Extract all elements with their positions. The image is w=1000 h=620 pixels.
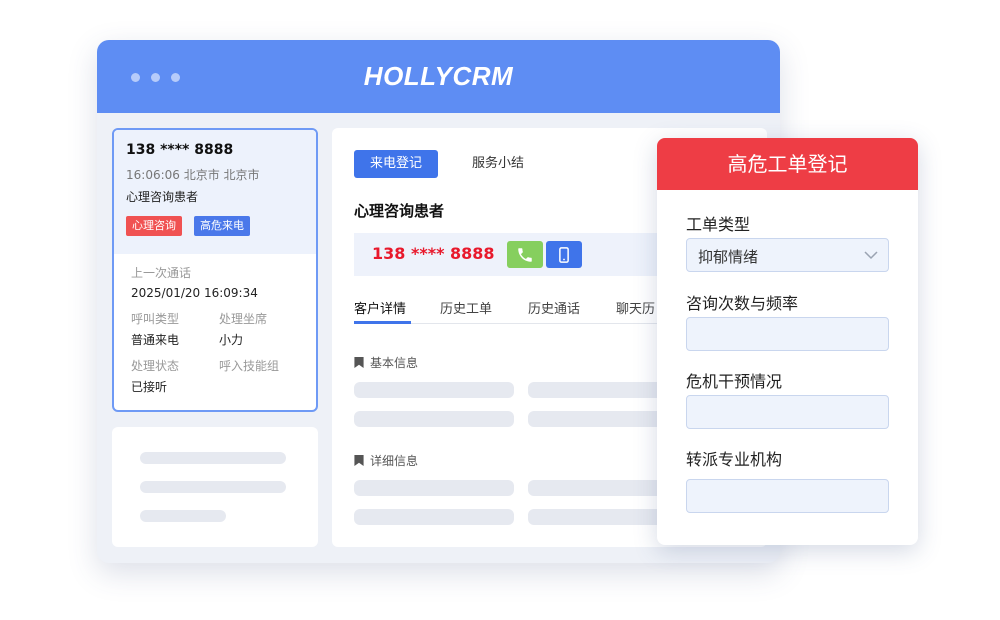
section-detail-info: 详细信息: [354, 452, 418, 469]
skeleton-bar: [354, 509, 514, 525]
tab-chat-history[interactable]: 聊天历: [616, 298, 655, 317]
agent-value: 小力: [219, 333, 244, 347]
bookmark-icon: [354, 357, 364, 368]
tab-ticket-history[interactable]: 历史工单: [440, 298, 492, 317]
skeleton-bar: [354, 411, 514, 427]
skill-group-label: 呼入技能组: [219, 359, 280, 373]
skeleton-bar: [354, 480, 514, 496]
bookmark-icon: [354, 455, 364, 466]
referral-institution-input[interactable]: [686, 479, 889, 513]
service-summary-button[interactable]: 服务小结: [472, 150, 524, 178]
skeleton-bar: [528, 411, 668, 427]
referral-institution-label: 转派专业机构: [686, 450, 783, 469]
contact-card[interactable]: 138 **** 8888 16:06:06 北京市 北京市 心理咨询患者 心理…: [112, 128, 318, 412]
phone-call-icon: [518, 248, 532, 262]
skeleton-bar: [528, 509, 668, 525]
placeholder-card: [112, 427, 318, 547]
customer-phone: 138 **** 8888: [372, 244, 495, 263]
consult-frequency-input[interactable]: [686, 317, 889, 351]
skeleton-bar: [140, 452, 286, 464]
section-basic-label: 基本信息: [370, 356, 419, 370]
call-type-value: 普通来电: [131, 333, 180, 347]
contact-phone: 138 **** 8888: [126, 142, 234, 158]
chevron-down-icon: [864, 251, 878, 260]
tab-customer-details[interactable]: 客户详情: [354, 298, 406, 317]
skeleton-bar: [140, 510, 226, 522]
title-bar: HOLLYCRM: [97, 40, 780, 113]
customer-title: 心理咨询患者: [354, 202, 445, 220]
ticket-type-value: 抑郁情绪: [698, 248, 759, 266]
crisis-intervention-input[interactable]: [686, 395, 889, 429]
contact-time-location: 16:06:06 北京市 北京市: [126, 168, 260, 182]
call-register-button[interactable]: 来电登记: [354, 150, 438, 178]
status-label: 处理状态: [131, 359, 180, 373]
panel-title: 高危工单登记: [657, 138, 918, 190]
skeleton-bar: [140, 481, 286, 493]
last-call-label: 上一次通话: [131, 266, 192, 280]
high-risk-ticket-panel: 高危工单登记 工单类型 抑郁情绪 咨询次数与频率 危机干预情况 转派专业机构: [657, 138, 918, 545]
agent-label: 处理坐席: [219, 312, 268, 326]
section-basic-info: 基本信息: [354, 354, 418, 371]
ticket-type-label: 工单类型: [686, 215, 751, 234]
last-call-value: 2025/01/20 16:09:34: [131, 286, 258, 300]
mobile-button[interactable]: [546, 241, 582, 268]
skeleton-bar: [528, 480, 668, 496]
contact-name: 心理咨询患者: [126, 190, 199, 204]
call-type-label: 呼叫类型: [131, 312, 180, 326]
status-value: 已接听: [131, 380, 168, 394]
consult-frequency-label: 咨询次数与频率: [686, 294, 799, 313]
app-brand: HOLLYCRM: [363, 61, 514, 91]
tag-high-risk: 高危来电: [194, 216, 250, 236]
crisis-intervention-label: 危机干预情况: [686, 372, 783, 391]
skeleton-bar: [528, 382, 668, 398]
tag-psych-consult: 心理咨询: [126, 216, 182, 236]
active-tab-indicator: [354, 321, 411, 324]
tab-call-history[interactable]: 历史通话: [528, 298, 580, 317]
ticket-type-select[interactable]: 抑郁情绪: [686, 238, 889, 272]
skeleton-bar: [354, 382, 514, 398]
section-detail-label: 详细信息: [370, 454, 419, 468]
call-button[interactable]: [507, 241, 543, 268]
mobile-icon: [559, 247, 569, 263]
contact-summary: 138 **** 8888 16:06:06 北京市 北京市 心理咨询患者 心理…: [114, 130, 316, 254]
